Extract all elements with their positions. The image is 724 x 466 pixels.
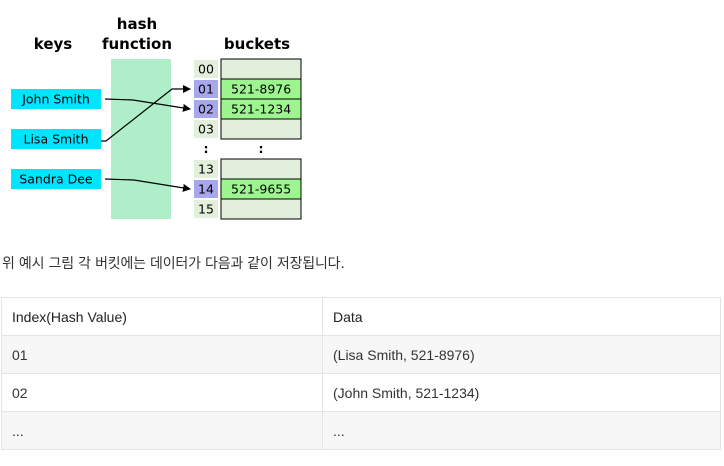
bucket-cell (220, 58, 302, 80)
keys-header: keys (34, 35, 73, 53)
bucket-index-label: 13 (198, 162, 214, 177)
bucket-cell (220, 158, 302, 180)
column-header-data: Data (322, 297, 721, 336)
bucket-index-label: 00 (198, 62, 214, 77)
bucket-index-label: 02 (198, 102, 214, 117)
bucket-index-label: 15 (198, 202, 214, 217)
table-row: 02 (John Smith, 521-1234) (1, 373, 721, 412)
key-label: Lisa Smith (24, 132, 89, 147)
key-label: John Smith (21, 92, 90, 107)
hash-header-line1: hash (117, 15, 157, 33)
bucket-index-label: 14 (198, 182, 214, 197)
buckets-header: buckets (224, 35, 290, 53)
key-label: Sandra Dee (19, 172, 93, 187)
table-cell-index: 02 (1, 373, 323, 412)
table-row: 01 (Lisa Smith, 521-8976) (1, 335, 721, 374)
bucket-value-label: 521-9655 (231, 182, 291, 197)
hash-header-line2: function (102, 35, 172, 53)
bucket-index-label: 01 (198, 82, 214, 97)
bucket-value-label: 521-1234 (231, 102, 291, 117)
bucket-value-label: 521-8976 (231, 82, 291, 97)
bucket-cell (220, 198, 302, 220)
bucket-cell (220, 118, 302, 140)
caption-text: 위 예시 그림 각 버킷에는 데이터가 다음과 같이 저장됩니다. (2, 256, 345, 272)
bucket-data-table: Index(Hash Value) Data 01 (Lisa Smith, 5… (1, 297, 721, 450)
hash-function-band (111, 59, 171, 219)
table-cell-index: ... (1, 411, 323, 450)
bucket-index-label: 03 (198, 122, 214, 137)
table-header-row: Index(Hash Value) Data (1, 297, 721, 336)
table-cell-index: 01 (1, 335, 323, 374)
table-cell-data: (John Smith, 521-1234) (322, 373, 721, 412)
hash-table-diagram: keys hash function buckets John Smith Lisa S… (11, 15, 302, 220)
table-cell-data: (Lisa Smith, 521-8976) (322, 335, 721, 374)
bucket-index-ellipsis: : (204, 141, 209, 156)
column-header-index: Index(Hash Value) (1, 297, 323, 336)
table-cell-data: ... (322, 411, 721, 450)
table-row: ... ... (1, 411, 721, 450)
bucket-value-ellipsis: : (259, 141, 264, 156)
hash-table-figure: keys hash function buckets John Smith Lisa S… (0, 0, 724, 466)
